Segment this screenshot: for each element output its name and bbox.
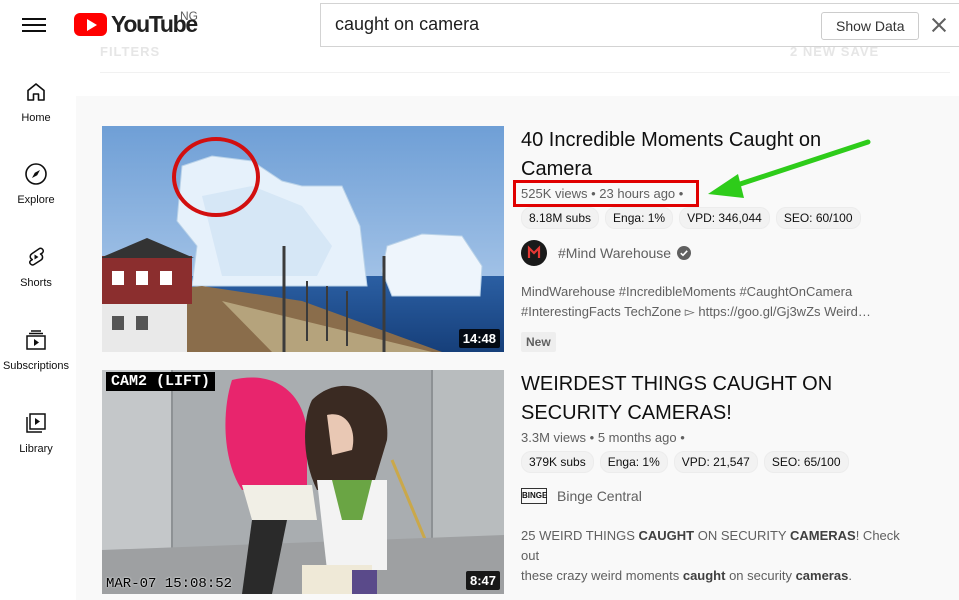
show-data-button[interactable]: Show Data: [821, 12, 920, 40]
divider: [100, 72, 950, 73]
shorts-icon: [29, 247, 44, 266]
youtube-play-icon: [74, 13, 107, 36]
filters-label[interactable]: FILTERS: [100, 44, 160, 59]
cam-label: CAM2 (LIFT): [106, 372, 216, 391]
video-stats: 379K subs Enga: 1% VPD: 21,547 SEO: 65/1…: [521, 451, 849, 473]
sidebar-item-label: Home: [21, 112, 51, 124]
video-thumbnail[interactable]: CAM2 (LIFT) MAR-07 15:08:52 8:47: [102, 370, 504, 594]
annotation-highlight-box: [513, 180, 699, 207]
upload-age: 5 months ago: [597, 430, 677, 445]
video-duration: 8:47: [465, 571, 500, 590]
subscriptions-icon: [26, 330, 46, 350]
stat-subs: 379K subs: [521, 451, 594, 473]
sidebar-item-label: Shorts: [20, 277, 52, 289]
stat-seo: SEO: 65/100: [763, 451, 849, 473]
stat-engagement: Enga: 1%: [605, 207, 674, 229]
view-count: 3.3M views: [521, 430, 587, 445]
video-thumbnail[interactable]: 14:48: [102, 126, 504, 352]
description-line: these crazy weird moments caught on secu…: [521, 568, 852, 583]
video-description: 25 WEIRD THINGS CAUGHT ON SECURITY CAMER…: [521, 526, 901, 586]
description-line: #InterestingFacts TechZone ▻ https://goo…: [521, 304, 871, 319]
stat-seo: SEO: 60/100: [775, 207, 861, 229]
ghost-toolbar-label: 2 NEW SAVE: [790, 44, 880, 59]
sidebar: Home Explore Shorts Subscriptions Librar…: [0, 56, 72, 600]
video-stats: 8.18M subs Enga: 1% VPD: 346,044 SEO: 60…: [521, 207, 861, 229]
description-line: MindWarehouse #IncredibleMoments #Caught…: [521, 284, 853, 299]
annotation-arrow: [708, 139, 871, 198]
stat-engagement: Enga: 1%: [599, 451, 668, 473]
menu-icon[interactable]: [22, 14, 46, 34]
library-icon: [26, 413, 46, 433]
video-title[interactable]: WEIRDEST THINGS CAUGHT ON SECURITY CAMER…: [521, 370, 851, 428]
description-line: 25 WEIRD THINGS CAUGHT ON SECURITY CAMER…: [521, 528, 900, 563]
home-icon: [27, 83, 45, 101]
close-icon[interactable]: [928, 14, 950, 36]
sidebar-item-explore[interactable]: Explore: [0, 162, 72, 206]
channel-avatar: BINGE: [521, 488, 547, 504]
sidebar-item-home[interactable]: Home: [0, 80, 72, 124]
stat-vpd: VPD: 21,547: [673, 451, 758, 473]
elevator-cctv-thumbnail-image: [102, 370, 504, 594]
sidebar-item-label: Explore: [17, 194, 55, 206]
video-description: MindWarehouse #IncredibleMoments #Caught…: [521, 282, 901, 322]
channel-name: #Mind Warehouse: [558, 245, 672, 261]
cam-timestamp: MAR-07 15:08:52: [106, 576, 233, 592]
channel-link[interactable]: BINGE Binge Central: [521, 488, 642, 504]
sidebar-item-label: Subscriptions: [2, 360, 70, 372]
video-duration: 14:48: [458, 329, 500, 348]
sidebar-item-library[interactable]: Library: [0, 411, 72, 455]
stat-vpd: VPD: 346,044: [679, 207, 770, 229]
channel-name: Binge Central: [557, 488, 642, 504]
region-code: NG: [180, 9, 198, 23]
search-input[interactable]: [335, 14, 795, 35]
sidebar-item-shorts[interactable]: Shorts: [0, 245, 72, 289]
compass-icon: [25, 163, 47, 185]
sidebar-item-label: Library: [19, 443, 53, 455]
sidebar-item-subscriptions[interactable]: Subscriptions: [0, 328, 72, 372]
youtube-logo[interactable]: YouTube: [74, 11, 198, 38]
verified-icon: [677, 246, 692, 260]
search-bar: Show Data: [320, 3, 959, 47]
stat-subs: 8.18M subs: [521, 207, 600, 229]
video-meta: 3.3M views • 5 months ago •: [521, 430, 685, 445]
iceberg-thumbnail-image: [102, 126, 504, 352]
channel-avatar: [521, 240, 547, 266]
new-badge: New: [521, 332, 556, 352]
channel-link[interactable]: #Mind Warehouse: [521, 240, 692, 266]
